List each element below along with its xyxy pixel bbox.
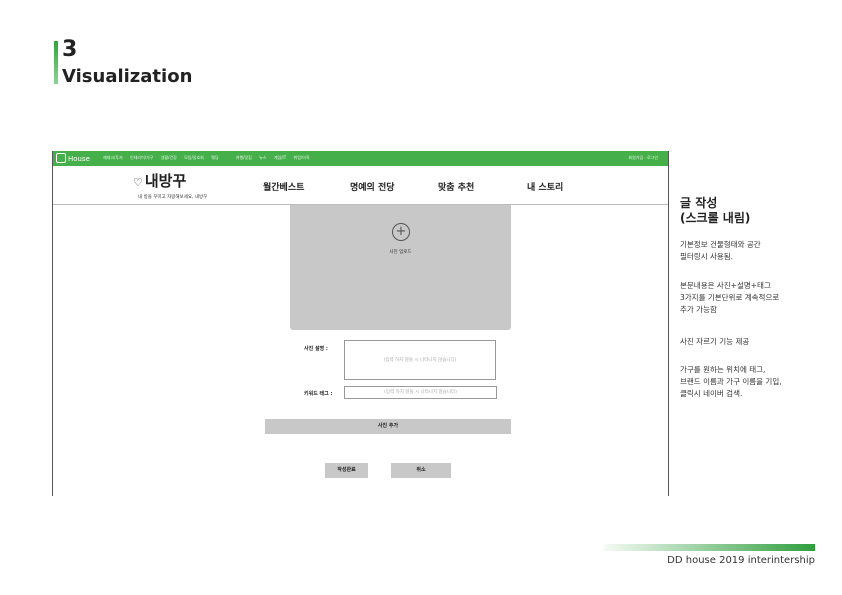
house-logo-label: House [68, 155, 90, 163]
top-bar: House 재테크/투자 인테리어/가구 생활/건강 모임/동호회 웨딩 여행/… [53, 151, 668, 166]
cancel-button[interactable]: 취소 [391, 463, 451, 478]
sidebar-note: 가구를 원하는 위치에 태그, 브랜드 이름과 가구 이름을 기입, 클릭시 네… [680, 365, 782, 398]
top-menu-item[interactable]: 뉴스 [259, 155, 266, 160]
auth-links[interactable]: 회원가입 · 로그인 [628, 155, 658, 161]
house-logo[interactable]: House [56, 153, 90, 163]
top-menu: 재테크/투자 인테리어/가구 생활/건강 모임/동호회 웨딩 여행/맛집 뉴스 … [103, 155, 316, 161]
top-menu-item[interactable]: 웨딩 [211, 155, 218, 160]
brand-logo[interactable]: ♡ 내방꾸 [133, 170, 186, 191]
submit-button[interactable]: 작성완료 [325, 463, 368, 478]
main-nav: ♡ 내방꾸 내 방을 꾸미고 자랑해보세요, 내방꾸 월간베스트 명예의 전당 맞… [53, 166, 668, 205]
keyword-tag-label: 키워드 태그 : [304, 391, 333, 397]
app-window: House 재테크/투자 인테리어/가구 생활/건강 모임/동호회 웨딩 여행/… [52, 151, 669, 496]
nav-monthly-best[interactable]: 월간베스트 [263, 180, 304, 193]
photo-desc-input[interactable]: (입력 하지 않을 시 나타나지 않습니다) [344, 340, 496, 380]
footer-caption: DD house 2019 interintership [667, 555, 815, 566]
add-photo-button[interactable]: 사진 추가 [265, 419, 511, 434]
house-logo-icon [56, 153, 66, 163]
top-menu-item[interactable]: 여행/맛집 [236, 155, 252, 160]
sidebar-note: 본문내용은 사진+설명+태그 3가지를 기본단위로 계속적으로 추가 가능함 [680, 281, 780, 314]
sidebar-note: 기본정보 건물형태와 공간 필터링시 사용됨. [680, 240, 761, 261]
nav-my-story[interactable]: 내 스토리 [527, 180, 563, 193]
top-menu-item[interactable]: 게임/IT [274, 155, 286, 160]
upload-label: 사진 업로드 [389, 250, 412, 255]
top-menu-item[interactable]: 재테크/투자 [103, 155, 123, 160]
top-menu-item[interactable]: 취업/이직 [293, 155, 309, 160]
top-menu-item[interactable]: 인테리어/가구 [130, 155, 153, 160]
brand-heart-icon: ♡ [133, 176, 143, 189]
sidebar-note: 사진 자르기 기능 제공 [680, 337, 750, 346]
sidebar-title: 글 작성 (스크롤 내림) [680, 196, 751, 225]
photo-upload-area[interactable]: + 사진 업로드 [290, 205, 511, 330]
nav-hall-of-fame[interactable]: 명예의 전당 [350, 180, 395, 193]
nav-recommend[interactable]: 맞춤 추천 [438, 180, 474, 193]
brand-name: 내방꾸 [144, 172, 187, 190]
top-menu-item[interactable]: 생활/건강 [161, 155, 177, 160]
footer-accent-bar [604, 544, 815, 551]
plus-circle-icon[interactable]: + [392, 223, 410, 241]
section-number: 3 [62, 37, 78, 62]
keyword-tag-input[interactable]: (입력 하지 않을 시 나타나지 않습니다) [344, 386, 497, 399]
brand-tagline: 내 방을 꾸미고 자랑해보세요, 내방꾸 [138, 195, 208, 200]
photo-desc-label: 사진 설명 : [304, 346, 328, 352]
section-accent-bar [54, 41, 58, 84]
section-title: Visualization [62, 66, 193, 87]
top-menu-item[interactable]: 모임/동호회 [184, 155, 204, 160]
